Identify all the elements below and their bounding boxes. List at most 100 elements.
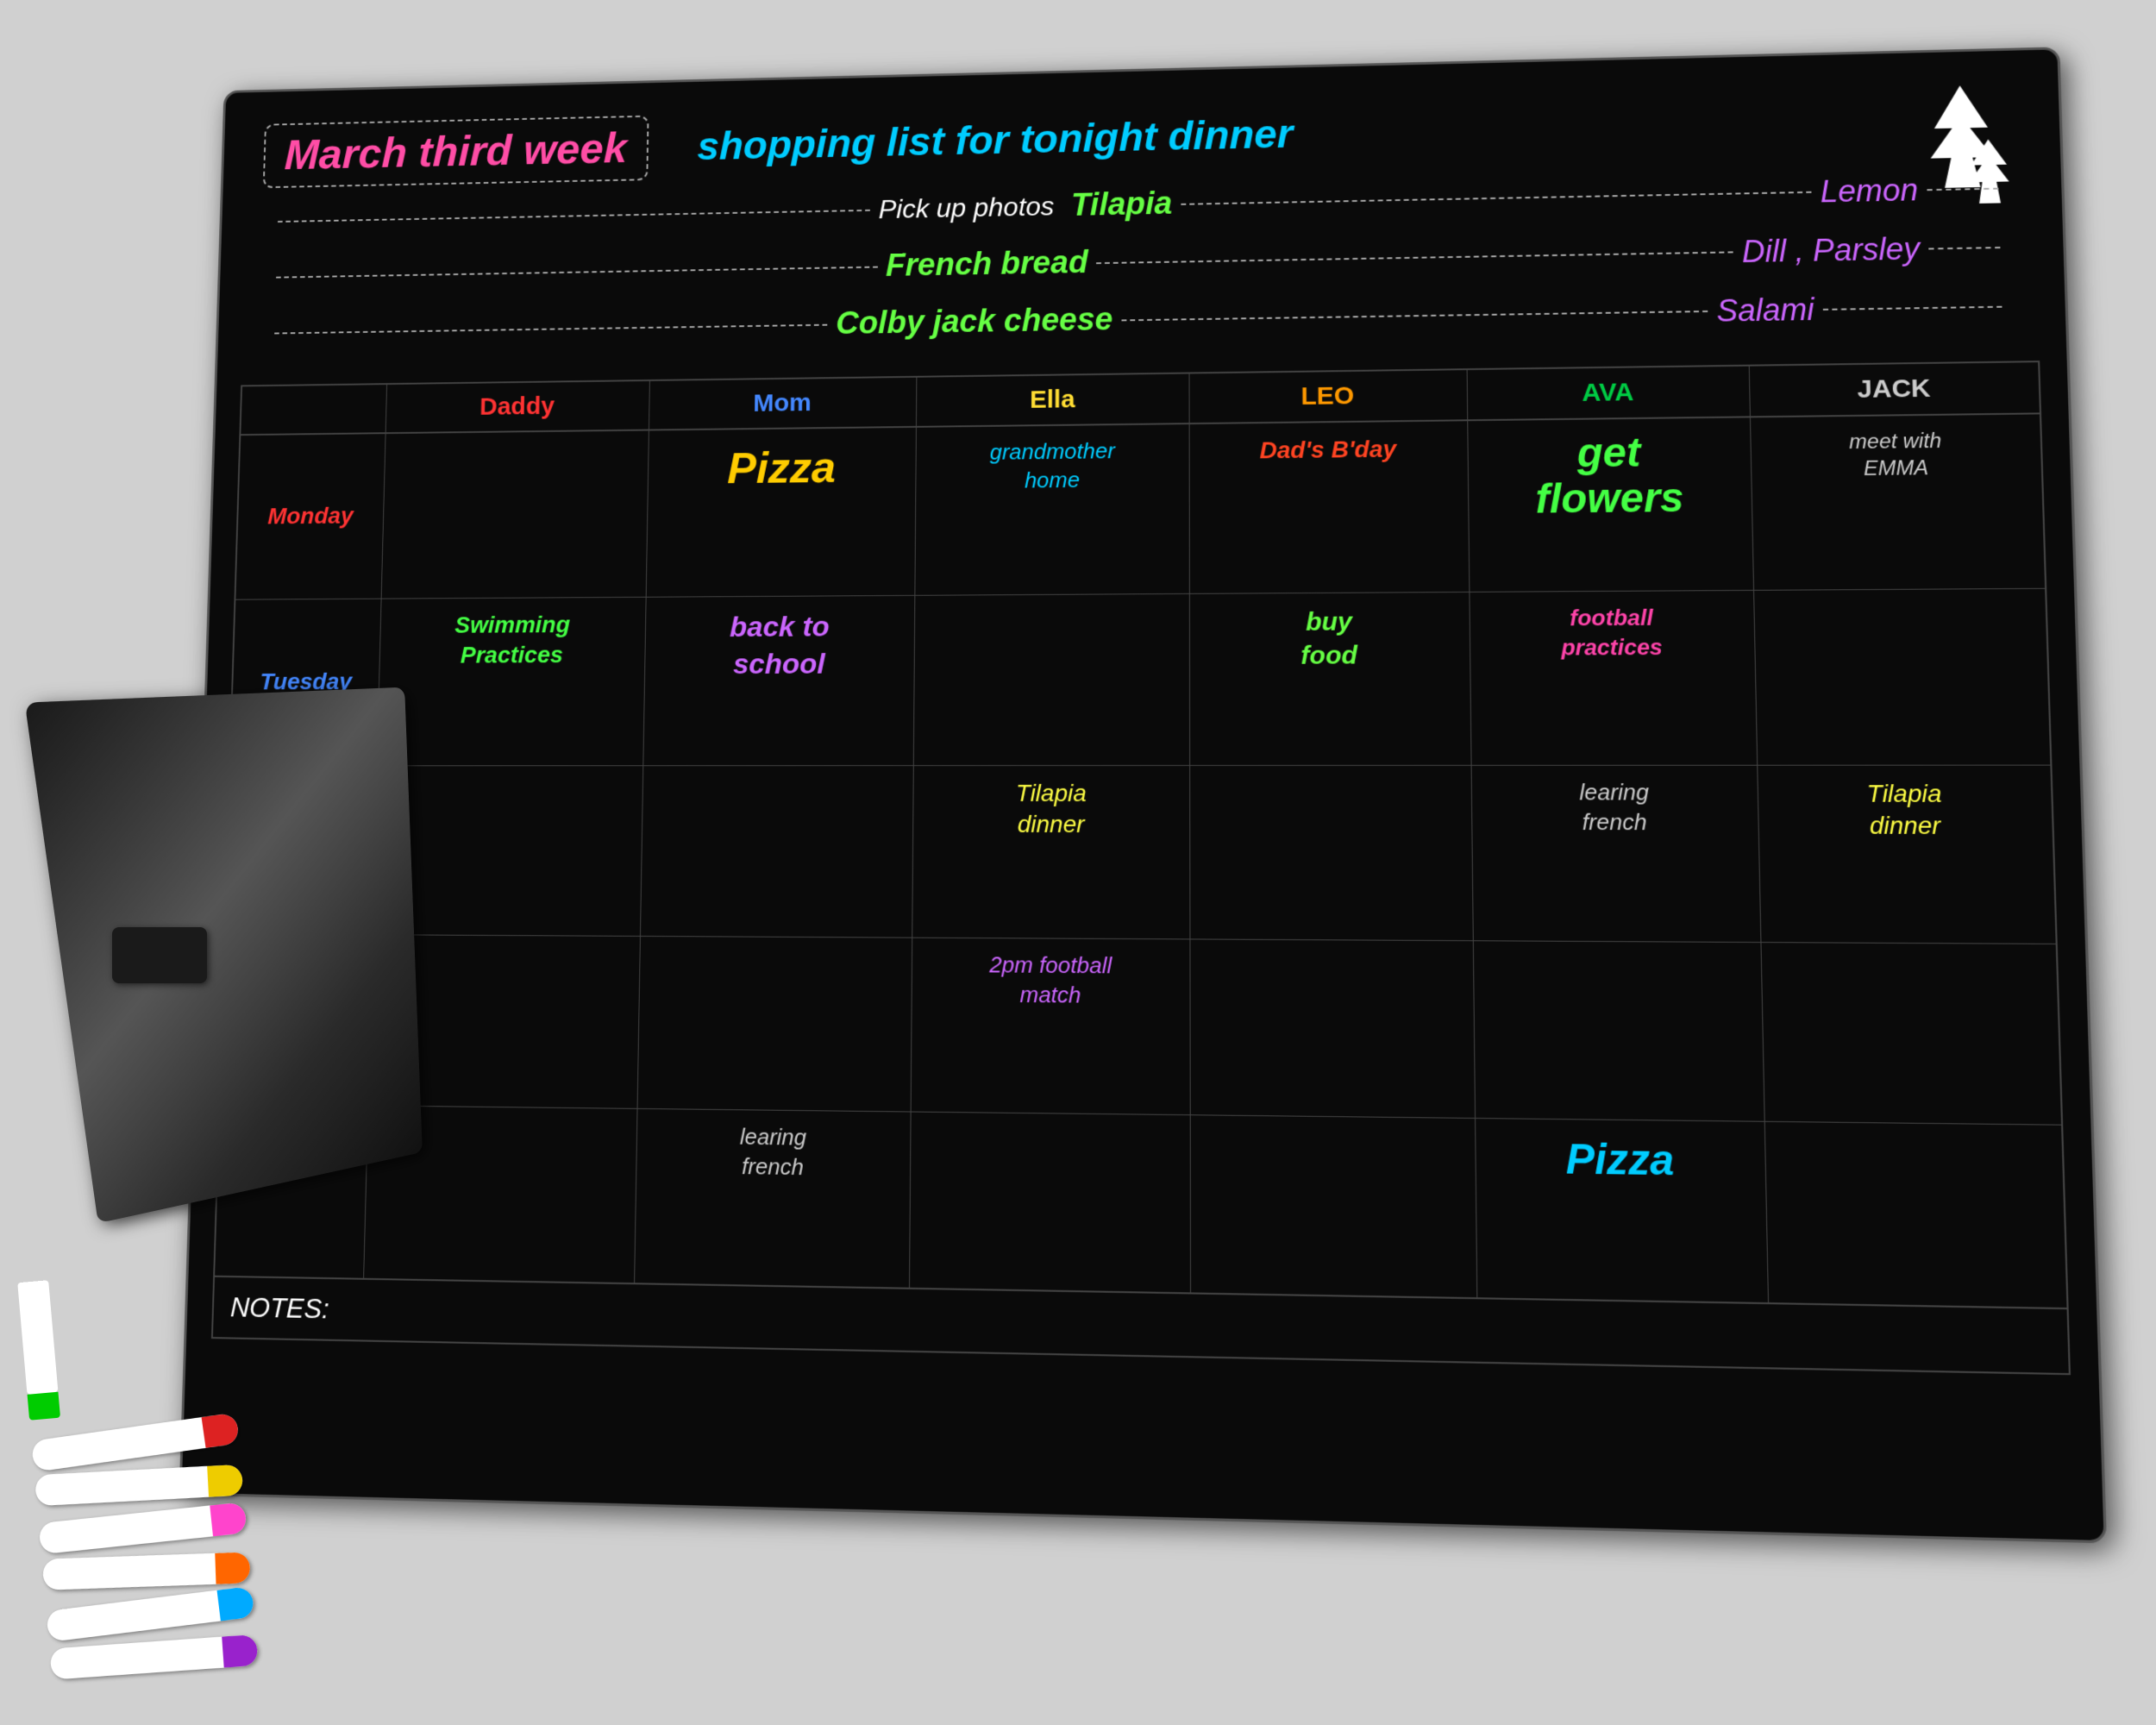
frenchbread-item: French bread [886, 245, 1088, 284]
get-flowers-text: getflowers [1534, 430, 1684, 523]
row-monday: Monday Pizza grandmotherhome Dad's B'day… [235, 414, 2045, 599]
cell-monday-jack: meet withEMMA [1751, 414, 2045, 589]
dashed-line-1c [1927, 187, 1998, 191]
shopping-title: shopping list for tonight dinner [697, 111, 1293, 169]
row-wednesday: Wednesday Tilapiadinner learingfrench Ti… [225, 766, 2055, 944]
cell-tuesday-ava: footballpractices [1470, 591, 1758, 765]
cell-5-ella [910, 1113, 1191, 1293]
month-title-box: March third week [263, 116, 649, 188]
cell-4-ava [1473, 941, 1765, 1121]
grandmother-home-text: grandmotherhome [989, 437, 1114, 496]
week-word: week [523, 125, 628, 174]
marker-pink [38, 1502, 247, 1554]
dashed-line-3b [1121, 310, 1708, 320]
march-word: March [284, 129, 408, 179]
dashed-line-1 [278, 209, 870, 222]
football-match-text: 2pm footballmatch [989, 950, 1112, 1010]
football-practices-text: footballpractices [1561, 604, 1664, 663]
shopping-row-3: Colby jack cheese Salami [266, 288, 2011, 351]
dashed-line-2c [1928, 247, 2000, 249]
h-markers-6 [50, 1634, 259, 1680]
day-monday: Monday [235, 434, 385, 599]
cell-5-ava: Pizza [1476, 1119, 1770, 1302]
shopping-row-2: French bread Dill , Parsley [267, 229, 2009, 295]
cell-monday-daddy [382, 430, 649, 598]
tilapia-dinner-2-text: Tilapiadinner [1866, 778, 1943, 843]
cell-monday-ava: getflowers [1468, 417, 1755, 592]
pickup-note: Pick up photos [879, 191, 1055, 224]
meet-emma-text: meet withEMMA [1849, 428, 1943, 483]
magnetic-back-panel [25, 687, 423, 1224]
h-markers-3 [38, 1502, 247, 1554]
chalkboard: March third week shopping list for tonig… [179, 47, 2107, 1543]
cell-wednesday-leo [1190, 766, 1473, 940]
h-markers-1 [31, 1413, 241, 1472]
title-row: March third week shopping list for tonig… [263, 85, 2015, 188]
cell-tuesday-daddy: SwimmingPractices [378, 598, 647, 766]
tilapia-item: Tilapia [1071, 186, 1172, 224]
notes-label: NOTES: [230, 1291, 330, 1325]
cell-wednesday-ella: Tilapiadinner [913, 766, 1191, 938]
learing-french-2-text: learingfrench [739, 1122, 806, 1182]
h-markers-2 [34, 1465, 243, 1507]
cell-monday-mom: Pizza [646, 428, 917, 597]
pizza-2-text: Pizza [1565, 1132, 1675, 1190]
h-markers-5 [46, 1586, 255, 1642]
cell-5-leo [1191, 1115, 1477, 1297]
cell-wednesday-ava: learingfrench [1471, 766, 1762, 942]
cell-wednesday-mom [641, 766, 915, 938]
header-leo: LEO [1190, 370, 1468, 423]
dashed-line-1b [1181, 191, 1811, 204]
markers-group [17, 1264, 259, 1681]
scene: March third week shopping list for tonig… [0, 0, 2156, 1725]
green-marker [17, 1280, 60, 1421]
calendar-grid: Daddy Mom Ella LEO AVA JACK Monday Pizza… [211, 361, 2071, 1375]
top-section: March third week shopping list for tonig… [241, 76, 2040, 369]
dads-bday-text: Dad's B'day [1260, 434, 1397, 467]
dill-item: Dill , Parsley [1741, 230, 1920, 269]
cell-tuesday-leo: buyfood [1190, 593, 1471, 765]
buy-food-text: buyfood [1300, 605, 1357, 673]
back-to-school-text: back toschool [729, 608, 830, 683]
marker-red [31, 1413, 241, 1472]
third-word: third [418, 128, 512, 177]
marker-yellow [34, 1465, 243, 1507]
header-empty [241, 385, 387, 434]
lemon-item: Lemon [1820, 172, 1918, 210]
marker-orange [42, 1552, 250, 1590]
dashed-line-2b [1096, 251, 1733, 264]
cell-monday-ella: grandmotherhome [916, 424, 1190, 595]
swimming-text: SwimmingPractices [454, 610, 570, 671]
row-5: learingfrench Pizza [215, 1104, 2066, 1308]
marker-cyan [46, 1586, 255, 1642]
dashed-line-2 [276, 266, 877, 278]
salami-item: Salami [1716, 292, 1814, 329]
header-jack: JACK [1750, 362, 2040, 416]
cell-tuesday-mom: back toschool [643, 596, 916, 765]
header-ava: AVA [1467, 367, 1751, 420]
cell-tuesday-ella [914, 594, 1190, 765]
cell-monday-leo: Dad's B'day [1190, 421, 1470, 593]
cell-4-ella: 2pm footballmatch [912, 938, 1191, 1115]
cell-wednesday-daddy [373, 766, 642, 936]
row-tuesday: Tuesday SwimmingPractices back toschool … [230, 589, 2050, 767]
eraser [112, 927, 207, 983]
top-markers [17, 1264, 235, 1420]
header-daddy: Daddy [386, 381, 650, 432]
cell-4-jack [1762, 943, 2061, 1125]
pizza-text: Pizza [727, 440, 837, 498]
cell-5-mom: learingfrench [635, 1109, 912, 1288]
dashed-line-3 [274, 323, 827, 334]
cell-tuesday-jack [1754, 589, 2050, 765]
tilapia-dinner-1-text: Tilapiadinner [1016, 778, 1087, 841]
header-mom: Mom [649, 378, 918, 430]
row-4: 2pm footballmatch [220, 934, 2061, 1125]
cell-5-jack [1765, 1122, 2066, 1308]
h-markers-4 [42, 1552, 250, 1590]
shopping-items: Pick up photos Tilapia Lemon French brea… [258, 169, 2021, 360]
marker-purple [50, 1634, 259, 1680]
cell-4-mom [637, 937, 912, 1112]
learing-french-1-text: learingfrench [1579, 778, 1650, 837]
header-ella: Ella [917, 373, 1189, 425]
dashed-line-3c [1823, 305, 2002, 310]
